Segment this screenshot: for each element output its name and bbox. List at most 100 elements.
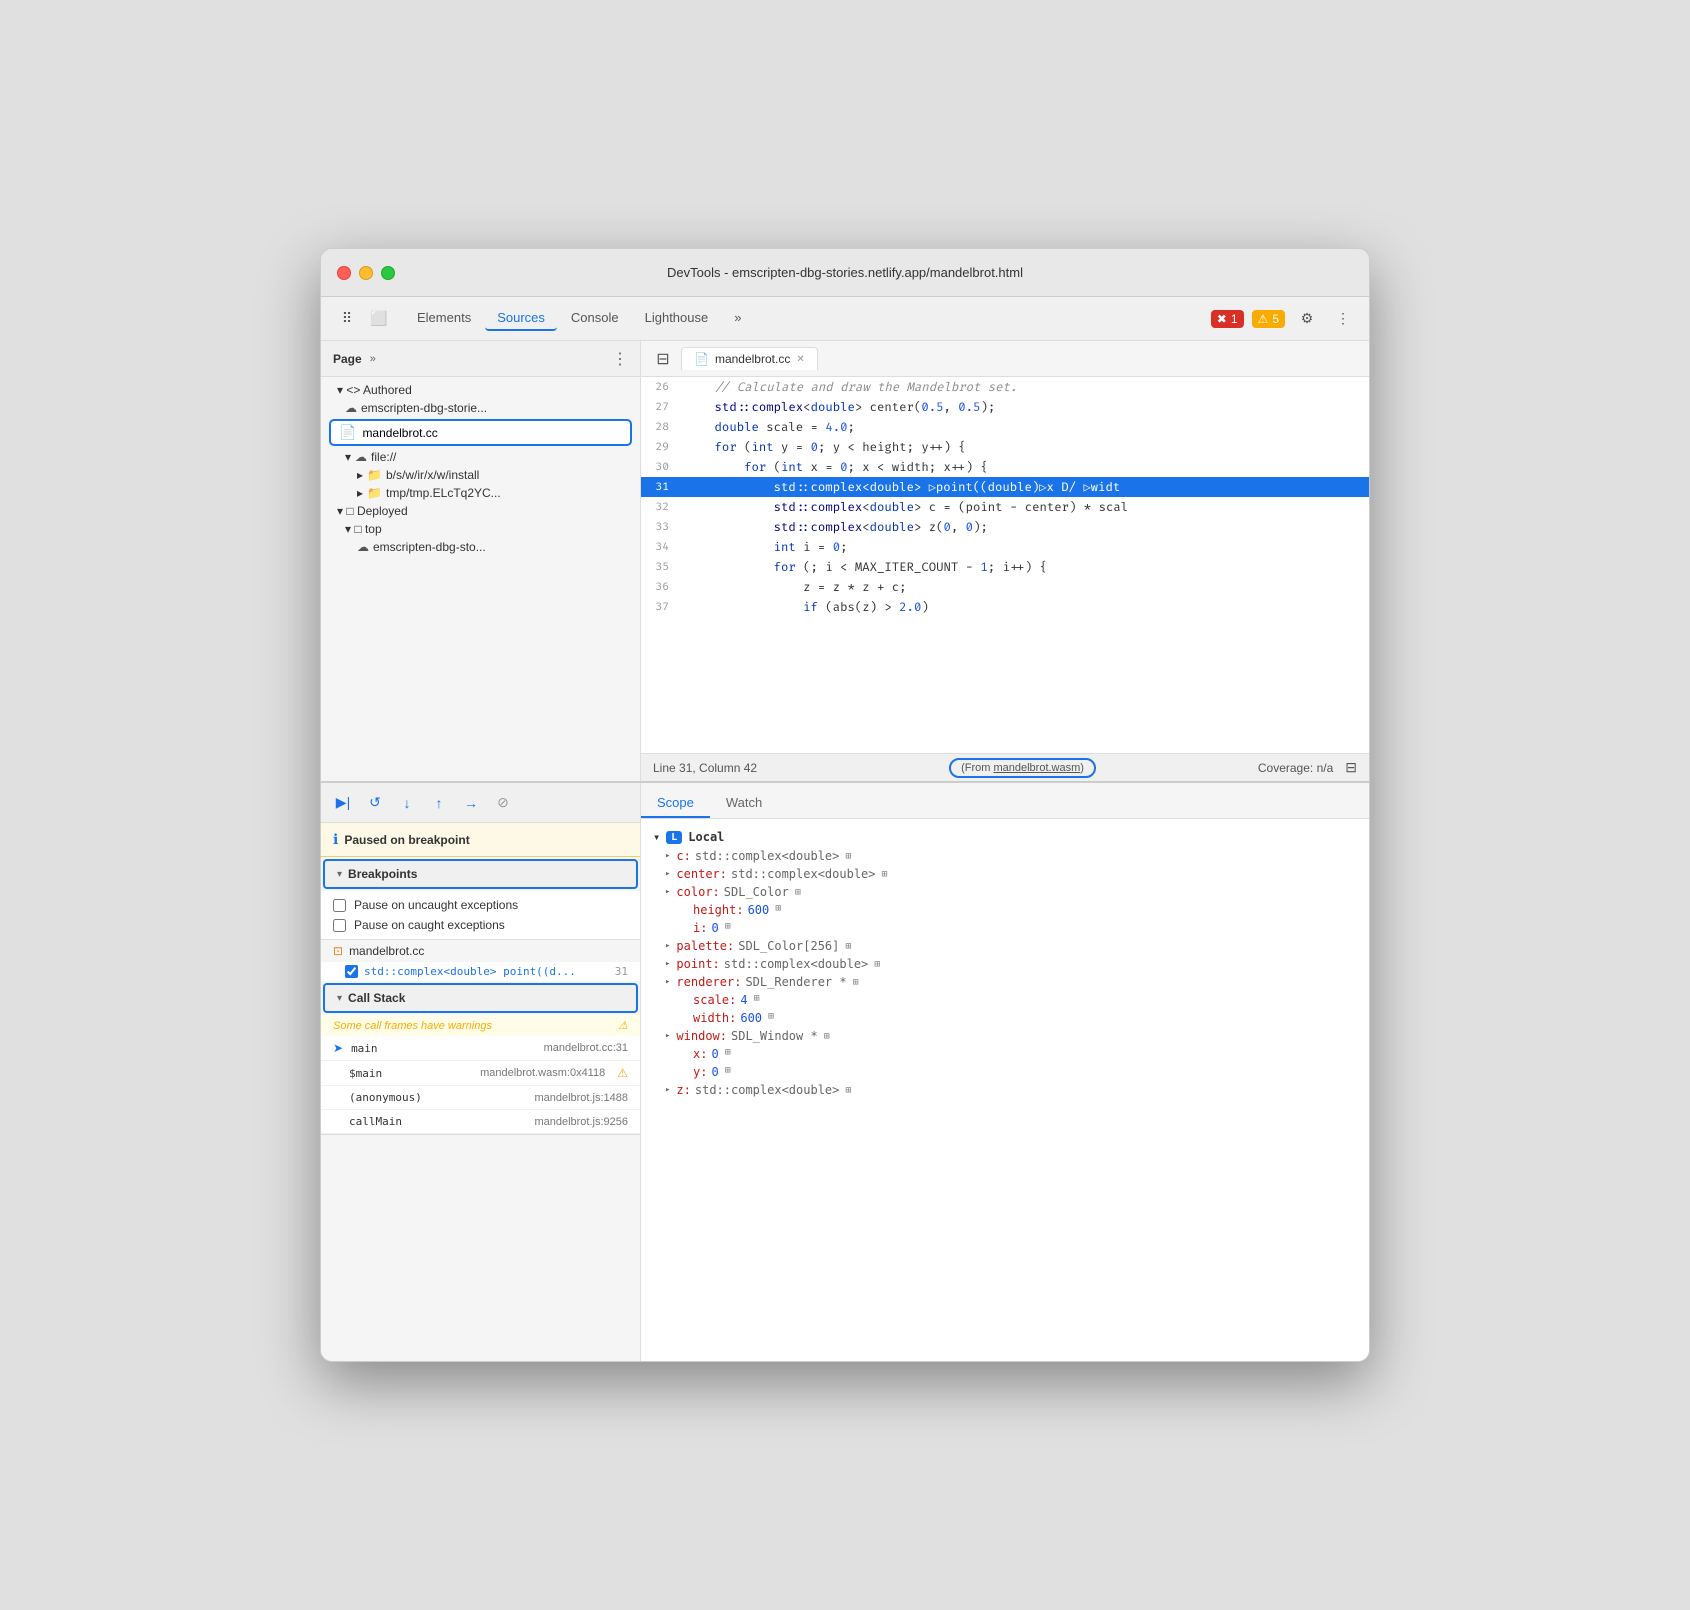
- scope-content: ▾ L Local ▸ c: std::complex<double> ⊞ ▸: [641, 819, 1369, 1361]
- code-tab-bar: ⊟ 📄 mandelbrot.cc ✕: [641, 341, 1369, 377]
- code-line-28: 28 double scale = 4.0;: [641, 417, 1369, 437]
- warning-icon: ⚠: [1258, 312, 1269, 326]
- file-icon: 📄: [339, 424, 356, 441]
- maximize-button[interactable]: [381, 266, 395, 280]
- scope-item-palette[interactable]: ▸ palette: SDL_Color[256] ⊞: [641, 937, 1369, 955]
- breakpoint-filename: mandelbrot.cc: [349, 944, 424, 958]
- toolbar-right: ✖ 1 ⚠ 5 ⚙ ⋮: [1211, 305, 1357, 333]
- tree-item-mandelbrot-cc[interactable]: 📄 mandelbrot.cc: [329, 419, 632, 446]
- tab-lighthouse[interactable]: Lighthouse: [633, 306, 721, 331]
- exceptions-list: Pause on uncaught exceptions Pause on ca…: [321, 891, 640, 940]
- resume-button[interactable]: ▶|: [329, 789, 357, 817]
- error-count: 1: [1231, 312, 1238, 326]
- scope-item-color[interactable]: ▸ color: SDL_Color ⊞: [641, 883, 1369, 901]
- scope-item-z[interactable]: ▸ z: std::complex<double> ⊞: [641, 1081, 1369, 1099]
- expand3-icon: ▸: [357, 486, 363, 500]
- step-over-button[interactable]: ↺: [361, 789, 389, 817]
- step-into-button[interactable]: ↓: [393, 789, 421, 817]
- status-bar: Line 31, Column 42 (From mandelbrot.wasm…: [641, 753, 1369, 781]
- panel-options[interactable]: ⋮: [612, 349, 628, 369]
- frame-warn-icon: ⚠: [617, 1066, 628, 1080]
- paused-banner: ℹ Paused on breakpoint: [321, 823, 640, 857]
- tree-item-emscripten[interactable]: ☁ emscripten-dbg-storie...: [321, 399, 640, 417]
- caught-label: Pause on caught exceptions: [354, 918, 505, 932]
- code-line-33: 33 std::complex<double> z(0, 0);: [641, 517, 1369, 537]
- caught-checkbox[interactable]: [333, 919, 346, 932]
- call-frame-main[interactable]: ➤ main mandelbrot.cc:31: [321, 1036, 640, 1061]
- tree-item-install[interactable]: ▸ 📁 b/s/w/ir/x/w/install: [321, 466, 640, 484]
- tree-item-deployed[interactable]: ▾ □ Deployed: [321, 502, 640, 520]
- scope-local-header[interactable]: ▾ L Local: [641, 827, 1369, 847]
- tree-item-authored[interactable]: ▾ <> Authored: [321, 381, 640, 399]
- file-panel: Page » ⋮ ▾ <> Authored ☁ emscripten-dbg-…: [321, 341, 641, 781]
- scope-item-height: height: 600 ⊞: [641, 901, 1369, 919]
- code-tab-mandelbrot[interactable]: 📄 mandelbrot.cc ✕: [681, 347, 818, 370]
- settings-icon[interactable]: ⚙: [1293, 305, 1321, 333]
- tab-close-icon[interactable]: ✕: [796, 354, 804, 365]
- tab-sources[interactable]: Sources: [485, 306, 557, 331]
- tree-item-emscripten2[interactable]: ☁ emscripten-dbg-sto...: [321, 538, 640, 556]
- code-area[interactable]: 26 // Calculate and draw the Mandelbrot …: [641, 377, 1369, 753]
- call-frame-callmain[interactable]: callMain mandelbrot.js:9256: [321, 1110, 640, 1134]
- close-button[interactable]: [337, 266, 351, 280]
- call-frame-smain[interactable]: $main mandelbrot.wasm:0x4118 ⚠: [321, 1061, 640, 1086]
- deactivate-button[interactable]: ⊘: [489, 789, 517, 817]
- tab-label: mandelbrot.cc: [715, 352, 790, 366]
- current-frame-icon: ➤: [333, 1041, 343, 1055]
- device-icon[interactable]: ⬜: [365, 305, 393, 333]
- call-stack-warning: Some call frames have warnings ⚠: [321, 1015, 640, 1036]
- tab-more[interactable]: »: [722, 306, 753, 331]
- cursor-icon[interactable]: ⠿: [333, 305, 361, 333]
- bp-checkbox[interactable]: [345, 965, 358, 978]
- tab-elements[interactable]: Elements: [405, 306, 483, 331]
- main-tabs: Elements Sources Console Lighthouse »: [405, 306, 753, 331]
- scope-item-c[interactable]: ▸ c: std::complex<double> ⊞: [641, 847, 1369, 865]
- call-frame-anonymous[interactable]: (anonymous) mandelbrot.js:1488: [321, 1086, 640, 1110]
- sidebar-toggle-icon[interactable]: ⊟: [649, 345, 677, 373]
- exception-item-caught[interactable]: Pause on caught exceptions: [333, 915, 628, 935]
- file-tree: ▾ <> Authored ☁ emscripten-dbg-storie...…: [321, 377, 640, 781]
- breakpoint-item[interactable]: std::complex<double> point((d... 31: [321, 962, 640, 981]
- scope-item-point[interactable]: ▸ point: std::complex<double> ⊞: [641, 955, 1369, 973]
- scope-item-center[interactable]: ▸ center: std::complex<double> ⊞: [641, 865, 1369, 883]
- code-line-32: 32 std::complex<double> c = (point − cen…: [641, 497, 1369, 517]
- tree-item-file[interactable]: ▾ ☁ file://: [321, 448, 640, 466]
- uncaught-checkbox[interactable]: [333, 899, 346, 912]
- minimize-button[interactable]: [359, 266, 373, 280]
- tab-watch[interactable]: Watch: [710, 789, 778, 818]
- panel-icon[interactable]: ⊟: [1345, 759, 1357, 776]
- step-out-button[interactable]: ↑: [425, 789, 453, 817]
- scope-item-window[interactable]: ▸ window: SDL_Window * ⊞: [641, 1027, 1369, 1045]
- panel-more[interactable]: »: [370, 353, 376, 365]
- breakpoint-file: ⊡ mandelbrot.cc: [321, 940, 640, 962]
- tab-console[interactable]: Console: [559, 306, 631, 331]
- exception-item-uncaught[interactable]: Pause on uncaught exceptions: [333, 895, 628, 915]
- tree-item-tmp[interactable]: ▸ 📁 tmp/tmp.ELcTq2YC...: [321, 484, 640, 502]
- breakpoints-section-header[interactable]: ▾ Breakpoints: [323, 859, 638, 889]
- code-line-36: 36 z = z * z + c;: [641, 577, 1369, 597]
- devtools-window: DevTools - emscripten-dbg-stories.netlif…: [320, 248, 1370, 1362]
- cursor-position: Line 31, Column 42: [653, 761, 757, 775]
- step-button[interactable]: →: [457, 789, 485, 817]
- code-line-34: 34 int i = 0;: [641, 537, 1369, 557]
- call-stack-header[interactable]: ▾ Call Stack: [323, 983, 638, 1013]
- error-badge[interactable]: ✖ 1: [1211, 310, 1244, 328]
- expand2-icon: ▸: [357, 468, 363, 482]
- tab-scope[interactable]: Scope: [641, 789, 710, 818]
- tab-file-icon: 📄: [694, 352, 709, 366]
- scope-item-renderer[interactable]: ▸ renderer: SDL_Renderer * ⊞: [641, 973, 1369, 991]
- panel-header: Page » ⋮: [321, 341, 640, 377]
- error-icon: ✖: [1217, 312, 1227, 326]
- tree-item-top[interactable]: ▾ □ top: [321, 520, 640, 538]
- code-panel: ⊟ 📄 mandelbrot.cc ✕ 26 // Calculate and …: [641, 341, 1369, 781]
- scope-local-label: Local: [688, 830, 724, 844]
- uncaught-label: Pause on uncaught exceptions: [354, 898, 518, 912]
- call-stack-title: Call Stack: [348, 991, 405, 1005]
- scope-expand-icon: ▾: [653, 830, 660, 844]
- code-line-29: 29 for (int y = 0; y < height; y++) {: [641, 437, 1369, 457]
- cloud3-icon: ☁: [357, 540, 369, 554]
- warning-badge[interactable]: ⚠ 5: [1252, 310, 1285, 328]
- folder2-icon: 📁: [367, 486, 382, 500]
- more-icon[interactable]: ⋮: [1329, 305, 1357, 333]
- toolbar: ⠿ ⬜ Elements Sources Console Lighthouse …: [321, 297, 1369, 341]
